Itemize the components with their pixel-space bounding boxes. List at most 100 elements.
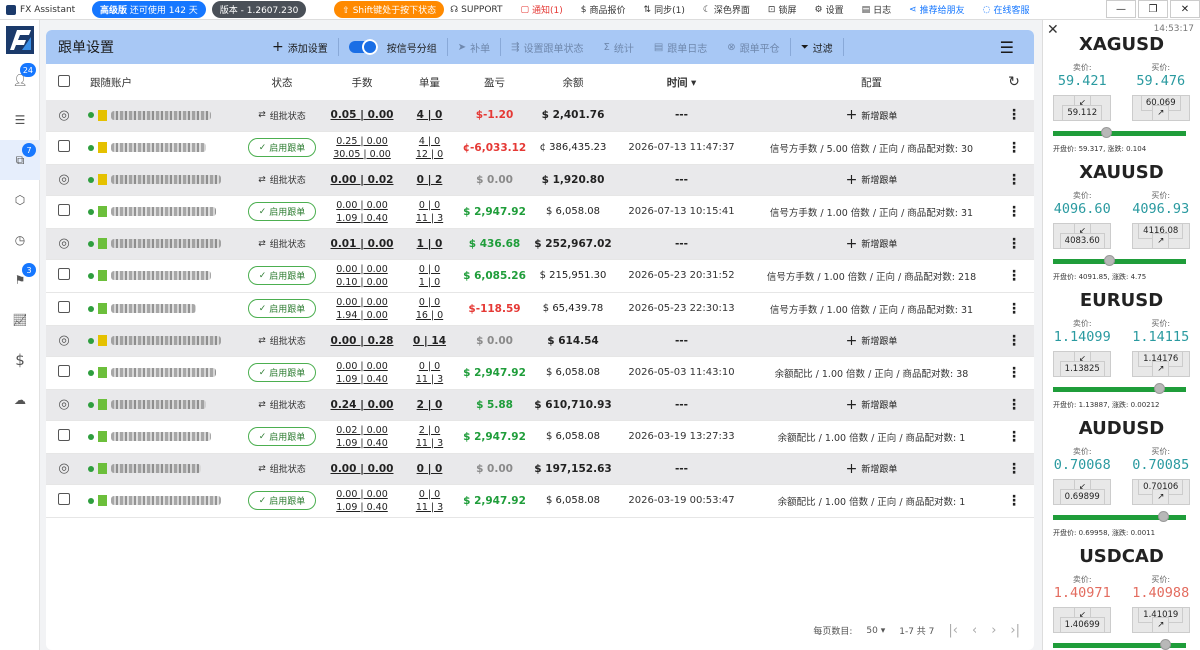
sidebar-item-history[interactable]: ◷	[0, 220, 40, 260]
account-cell[interactable]	[82, 463, 242, 474]
batch-status-button[interactable]: ⇄ 组批状态	[258, 109, 306, 122]
support-button[interactable]: ☊ SUPPORT	[450, 5, 502, 15]
set-status-button[interactable]: ⇶ 设置跟单状态	[501, 30, 593, 64]
account-cell[interactable]	[82, 270, 242, 281]
quote-card[interactable]: USDCAD 卖价: 买价: 1.40971 1.40988 ↙ 1.40699 1.…	[1043, 532, 1200, 650]
enable-follow-button[interactable]: ✓ 启用跟单	[247, 299, 317, 318]
quote-card[interactable]: XAGUSD 卖价: 买价: 59.421 59.476 ↙ 59.112 60.06…	[1043, 20, 1200, 153]
quote-card[interactable]: AUDUSD 卖价: 买价: 0.70068 0.70085 ↙ 0.69899 0.…	[1043, 404, 1200, 537]
add-follow-button[interactable]: + 新增跟单	[846, 461, 898, 477]
lots-total[interactable]: 30.05 | 0.00	[322, 148, 402, 161]
count-open[interactable]: 0 | 0	[402, 360, 457, 373]
maximize-button[interactable]: ❐	[1138, 0, 1168, 18]
lots[interactable]: 0.00 | 0.02	[331, 174, 394, 186]
last-page-button[interactable]: ›|	[1010, 623, 1020, 638]
row-menu-button[interactable]: ⋮	[994, 195, 1034, 229]
row-menu-button[interactable]: ⋮	[994, 453, 1034, 485]
count-total[interactable]: 11 | 3	[402, 373, 457, 386]
row-menu-button[interactable]: ⋮	[994, 292, 1034, 326]
account-cell[interactable]	[82, 303, 242, 314]
menu-button[interactable]: ☰	[990, 30, 1034, 64]
sidebar-item-list[interactable]: ☰	[0, 100, 40, 140]
row-checkbox[interactable]	[46, 484, 82, 518]
follow-account-row[interactable]: ✓ 启用跟单 0.00 | 0.00 1.94 | 0.00 0 | 0 16 | 0 $-…	[46, 292, 1034, 326]
row-menu-button[interactable]: ⋮	[994, 228, 1034, 260]
lots-open[interactable]: 0.00 | 0.00	[322, 199, 402, 212]
lots[interactable]: 0.24 | 0.00	[331, 399, 394, 411]
col-pnl[interactable]: 盈亏	[457, 64, 532, 100]
batch-status-button[interactable]: ⇄ 组批状态	[258, 398, 306, 412]
count-total[interactable]: 11 | 3	[402, 212, 457, 225]
config-summary[interactable]: 信号方手数 / 1.00 倍数 / 正向 / 商品配对数: 218	[749, 259, 994, 293]
row-menu-button[interactable]: ⋮	[994, 100, 1034, 132]
col-account[interactable]: 跟随账户	[82, 64, 242, 100]
follow-account-row[interactable]: ✓ 启用跟单 0.25 | 0.00 30.05 | 0.00 4 | 0 12 | 0 ¢…	[46, 131, 1034, 165]
account-cell[interactable]	[82, 367, 242, 378]
count-total[interactable]: 11 | 3	[402, 437, 457, 450]
row-checkbox[interactable]	[46, 259, 82, 293]
batch-status-button[interactable]: ⇄ 组批状态	[258, 334, 306, 348]
signal-group-row[interactable]: ◎ ⇄ 组批状态 0.00 | 0.00 0 | 0 $ 0.00 $ 197,152.63…	[46, 453, 1034, 485]
sidebar-item-users[interactable]: 👤︎ 24	[0, 60, 40, 100]
col-count[interactable]: 单量	[402, 64, 457, 100]
first-page-button[interactable]: |‹	[948, 623, 958, 638]
count-open[interactable]: 0 | 0	[402, 488, 457, 501]
follow-log-button[interactable]: ▤ 跟单日志	[644, 30, 717, 64]
add-follow-button[interactable]: + 新增跟单	[846, 107, 898, 123]
per-page-select[interactable]: 50 ▾	[866, 626, 885, 636]
signal-group-row[interactable]: ◎ ⇄ 组批状态 0.00 | 0.28 0 | 14 $ 0.00 $ 614.54 ---…	[46, 325, 1034, 357]
batch-status-button[interactable]: ⇄ 组批状态	[258, 173, 306, 187]
account-cell[interactable]	[82, 335, 242, 346]
bid-price[interactable]: 1.40971	[1054, 585, 1111, 605]
row-menu-button[interactable]: ⋮	[994, 325, 1034, 357]
row-menu-button[interactable]: ⋮	[994, 259, 1034, 293]
fill-order-button[interactable]: ➤ 补单	[448, 30, 500, 64]
signal-group-row[interactable]: ◎ ⇄ 组批状态 0.01 | 0.00 1 | 0 $ 436.68 $ 252,967.…	[46, 228, 1034, 260]
signal-group-row[interactable]: ◎ ⇄ 组批状态 0.24 | 0.00 2 | 0 $ 5.88 $ 610,710.93…	[46, 389, 1034, 421]
count-total[interactable]: 16 | 0	[402, 309, 457, 322]
row-menu-button[interactable]: ⋮	[994, 389, 1034, 421]
col-balance[interactable]: 余额	[532, 64, 614, 100]
version-badge[interactable]: 版本 - 1.2607.230	[211, 1, 307, 18]
enable-follow-button[interactable]: ✓ 启用跟单	[247, 427, 317, 446]
row-menu-button[interactable]: ⋮	[994, 484, 1034, 518]
dark-mode-button[interactable]: ☾ 深色界面	[703, 3, 750, 17]
lots[interactable]: 0.00 | 0.28	[331, 335, 394, 347]
signal-group-row[interactable]: ◎ ⇄ 组批状态 0.00 | 0.02 0 | 2 $ 0.00 $ 1,920.80 --…	[46, 164, 1034, 196]
row-menu-button[interactable]: ⋮	[994, 164, 1034, 196]
ask-price[interactable]: 1.40988	[1132, 585, 1189, 605]
order-count[interactable]: 2 | 0	[417, 399, 443, 411]
stats-button[interactable]: Σ 统计	[594, 30, 644, 64]
sidebar-item-copy-trading[interactable]: ⧉ 7	[0, 140, 40, 180]
lots-open[interactable]: 0.00 | 0.00	[322, 263, 402, 276]
row-checkbox[interactable]	[46, 356, 82, 390]
count-open[interactable]: 0 | 0	[402, 263, 457, 276]
next-page-button[interactable]: ›	[991, 623, 996, 638]
batch-status-button[interactable]: ⇄ 组批状态	[258, 462, 306, 476]
enable-follow-button[interactable]: ✓ 启用跟单	[247, 202, 317, 221]
prev-page-button[interactable]: ‹	[972, 623, 977, 638]
add-setting-button[interactable]: + 添加设置	[262, 30, 338, 64]
batch-status-button[interactable]: ⇄ 组批状态	[258, 237, 306, 251]
quote-button[interactable]: $ 商品报价	[581, 3, 626, 17]
group-by-signal-toggle[interactable]: 按信号分组	[339, 30, 447, 64]
config-summary[interactable]: 信号方手数 / 5.00 倍数 / 正向 / 商品配对数: 30	[749, 131, 994, 165]
row-checkbox[interactable]	[46, 420, 82, 454]
price-knob[interactable]	[1158, 511, 1170, 522]
ask-price[interactable]: 59.476	[1136, 73, 1185, 93]
col-config[interactable]: 配置	[749, 64, 994, 100]
add-follow-button[interactable]: + 新增跟单	[846, 397, 898, 413]
account-cell[interactable]	[82, 142, 242, 153]
online-support-button[interactable]: ◌ 在线客服	[983, 3, 1030, 17]
order-count[interactable]: 0 | 0	[417, 463, 443, 475]
account-cell[interactable]	[82, 495, 242, 506]
quote-card[interactable]: EURUSD 卖价: 买价: 1.14099 1.14115 ↙ 1.13825 1.…	[1043, 276, 1200, 409]
count-total[interactable]: 1 | 0	[402, 276, 457, 289]
count-open[interactable]: 0 | 0	[402, 296, 457, 309]
lots-open[interactable]: 0.00 | 0.00	[322, 488, 402, 501]
col-lots[interactable]: 手数	[322, 64, 402, 100]
filter-button[interactable]: ⏷ 过滤	[791, 30, 843, 64]
enable-follow-button[interactable]: ✓ 启用跟单	[247, 266, 317, 285]
price-knob[interactable]	[1101, 127, 1113, 138]
price-knob[interactable]	[1159, 639, 1171, 650]
